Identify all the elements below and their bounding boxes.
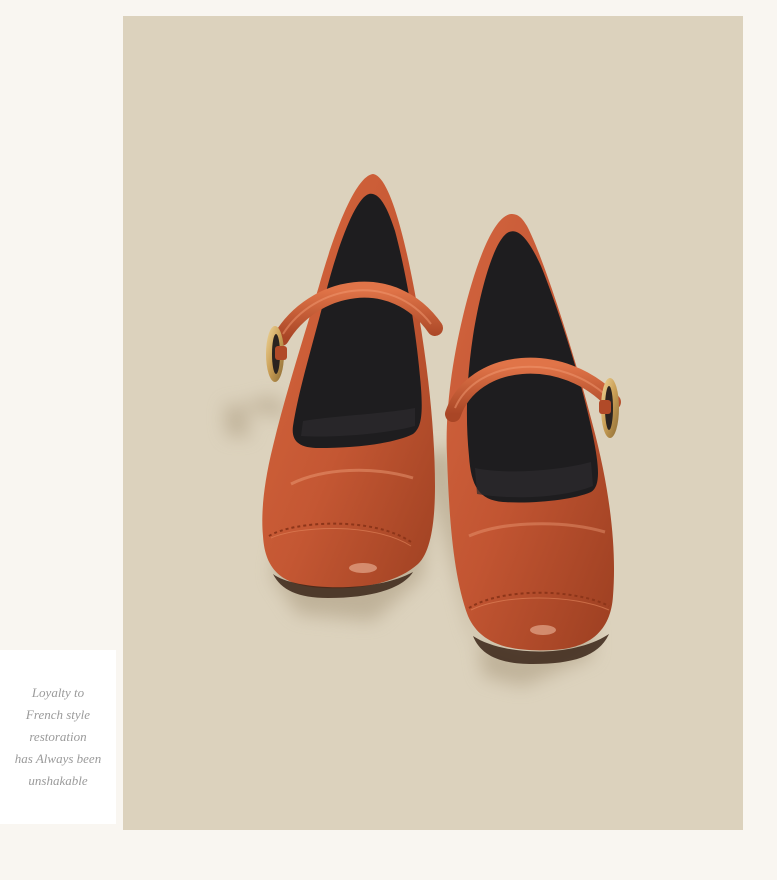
caption-text: Loyalty to French style restoration has …	[6, 682, 110, 792]
caption-line: unshakable	[28, 773, 88, 788]
mary-jane-shoes-illustration	[225, 174, 621, 686]
right-shoe	[445, 214, 621, 664]
caption-card: Loyalty to French style restoration has …	[0, 650, 116, 824]
caption-line: French style	[25, 707, 91, 722]
product-photo	[123, 16, 743, 830]
caption-line: has Always been	[14, 751, 102, 766]
caption-line: Loyalty to	[31, 685, 85, 700]
caption-line: restoration	[29, 729, 87, 744]
left-shoe	[262, 174, 443, 598]
